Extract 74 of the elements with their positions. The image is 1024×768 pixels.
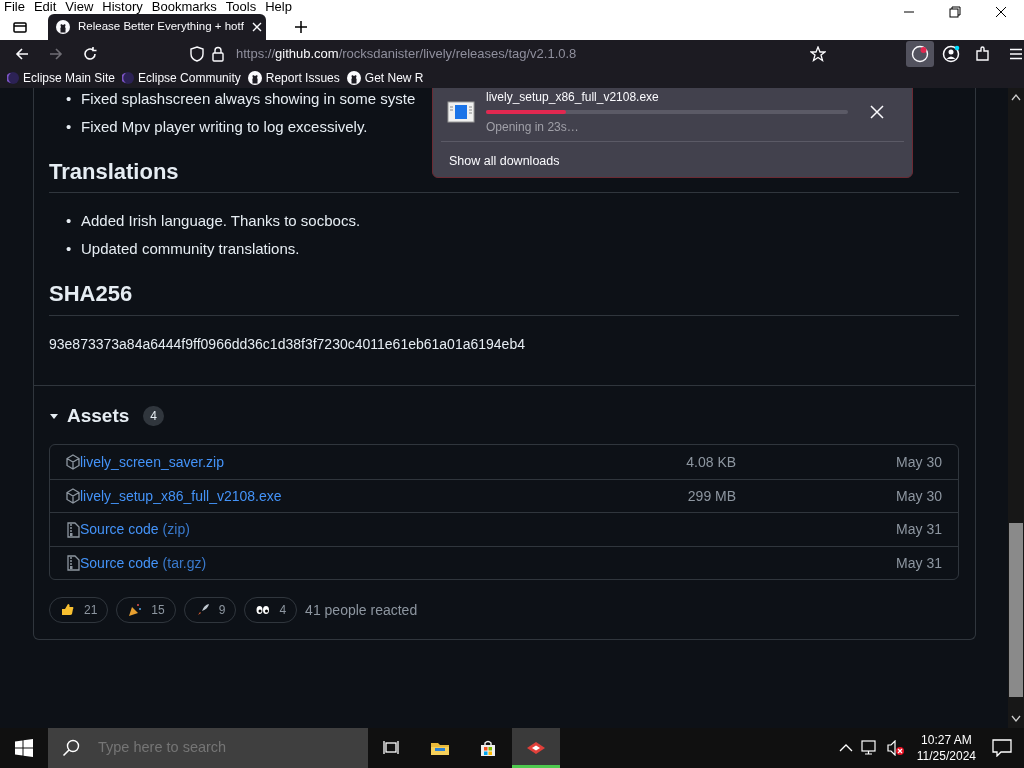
store-bag-icon bbox=[478, 739, 498, 757]
file-name: lively_setup_x86_full_v2108.exe bbox=[486, 89, 660, 106]
lock-icon[interactable] bbox=[212, 45, 224, 62]
package-icon bbox=[66, 454, 80, 471]
asset-link[interactable]: lively_screen_saver.zip bbox=[66, 451, 224, 473]
zip-file-icon bbox=[66, 521, 80, 538]
bookmark-item[interactable]: Get New R bbox=[346, 68, 424, 87]
windows-logo-icon bbox=[15, 739, 33, 757]
reload-icon[interactable] bbox=[82, 45, 98, 62]
eclipse-icon bbox=[122, 71, 135, 84]
date-label: May 30 bbox=[896, 486, 942, 506]
date-label: May 31 bbox=[896, 520, 942, 540]
menu-item[interactable]: History bbox=[102, 0, 143, 14]
file-size: 4.08 KB bbox=[686, 452, 737, 472]
bullet: • bbox=[66, 211, 73, 232]
progress-ring-icon bbox=[911, 44, 930, 63]
menu-item[interactable]: Help bbox=[265, 0, 292, 14]
github-icon bbox=[247, 70, 262, 85]
bookmark-item[interactable]: Eclipse Community bbox=[122, 68, 241, 87]
list-item: Fixed Mpv player writing to log excessively. bbox=[81, 117, 368, 137]
new-tab-icon[interactable] bbox=[294, 20, 308, 34]
tab-title: Release Better Everything + hotf bbox=[78, 19, 244, 35]
bullet: • bbox=[66, 89, 73, 109]
package-icon bbox=[66, 488, 80, 505]
task-view-icon bbox=[382, 739, 402, 757]
extensions-icon[interactable] bbox=[974, 44, 992, 63]
eclipse-icon bbox=[7, 71, 19, 84]
assets-toggle[interactable]: Assets bbox=[49, 401, 130, 431]
list-item: Added Irish language. Thanks to socbocs. bbox=[81, 211, 361, 232]
star-icon[interactable] bbox=[810, 45, 827, 62]
bullet: • bbox=[66, 117, 73, 137]
hash-text: 93e873373a84a6444f9ff0966dd36c1d38f3f7230c4011e61eb61a01a6194eb4 bbox=[49, 334, 526, 354]
menu-item[interactable]: Edit bbox=[33, 0, 57, 14]
account-icon[interactable] bbox=[942, 44, 960, 63]
close-icon[interactable] bbox=[251, 22, 262, 32]
notification-icon[interactable] bbox=[992, 739, 1012, 757]
bookmark-item[interactable]: Report Issues bbox=[247, 68, 340, 87]
search-icon bbox=[62, 739, 80, 757]
back-icon[interactable] bbox=[14, 45, 30, 62]
reactions-summary: 41 people reacted bbox=[305, 600, 418, 620]
status-text: Opening in 23s… bbox=[486, 119, 580, 136]
browser-tab[interactable]: Release Better Everything + hotf bbox=[48, 14, 266, 40]
asset-link[interactable]: Source code (tar.gz) bbox=[66, 552, 207, 574]
asset-link[interactable]: lively_setup_x86_full_v2108.exe bbox=[66, 485, 282, 507]
menu-item[interactable]: Bookmarks bbox=[151, 0, 217, 14]
github-icon bbox=[346, 70, 361, 85]
github-icon bbox=[56, 20, 70, 34]
url-text: https://github.com/rocksdanister/lively/releases/tag/v2.1.0.8 bbox=[236, 44, 578, 63]
section-heading: SHA256 bbox=[49, 281, 959, 316]
network-icon[interactable] bbox=[860, 740, 879, 756]
chevron-up-icon[interactable] bbox=[838, 743, 853, 753]
installer-icon bbox=[447, 101, 475, 123]
speaker-muted-icon[interactable] bbox=[886, 740, 905, 756]
bookmark-item[interactable]: Eclipse Main Site bbox=[7, 68, 116, 87]
bullet: • bbox=[66, 239, 73, 260]
zip-file-icon bbox=[66, 555, 80, 572]
scrollbar-drawing[interactable] bbox=[1008, 88, 1024, 728]
date-label: May 30 bbox=[896, 452, 942, 472]
forward-icon bbox=[48, 45, 64, 62]
menu-item[interactable]: View bbox=[65, 0, 94, 14]
menu-item[interactable]: File bbox=[4, 0, 25, 14]
tab-overview-icon[interactable] bbox=[12, 20, 28, 34]
menu-item[interactable]: Tools bbox=[225, 0, 257, 14]
date-label: May 31 bbox=[896, 553, 942, 573]
close-icon[interactable] bbox=[870, 105, 884, 119]
asset-link[interactable]: Source code (zip) bbox=[66, 519, 190, 541]
clock[interactable]: 10:27 AM 11/25/2024 bbox=[916, 732, 976, 764]
list-item: Fixed splashscreen always showing in some syste bbox=[81, 89, 416, 109]
shield-icon[interactable] bbox=[190, 45, 204, 62]
count-label: 4 bbox=[143, 406, 164, 427]
file-size: 299 MB bbox=[687, 486, 737, 506]
list-item: Updated community translations. bbox=[81, 239, 300, 260]
party-popper-icon bbox=[127, 602, 144, 619]
downloads-button[interactable] bbox=[906, 40, 934, 67]
